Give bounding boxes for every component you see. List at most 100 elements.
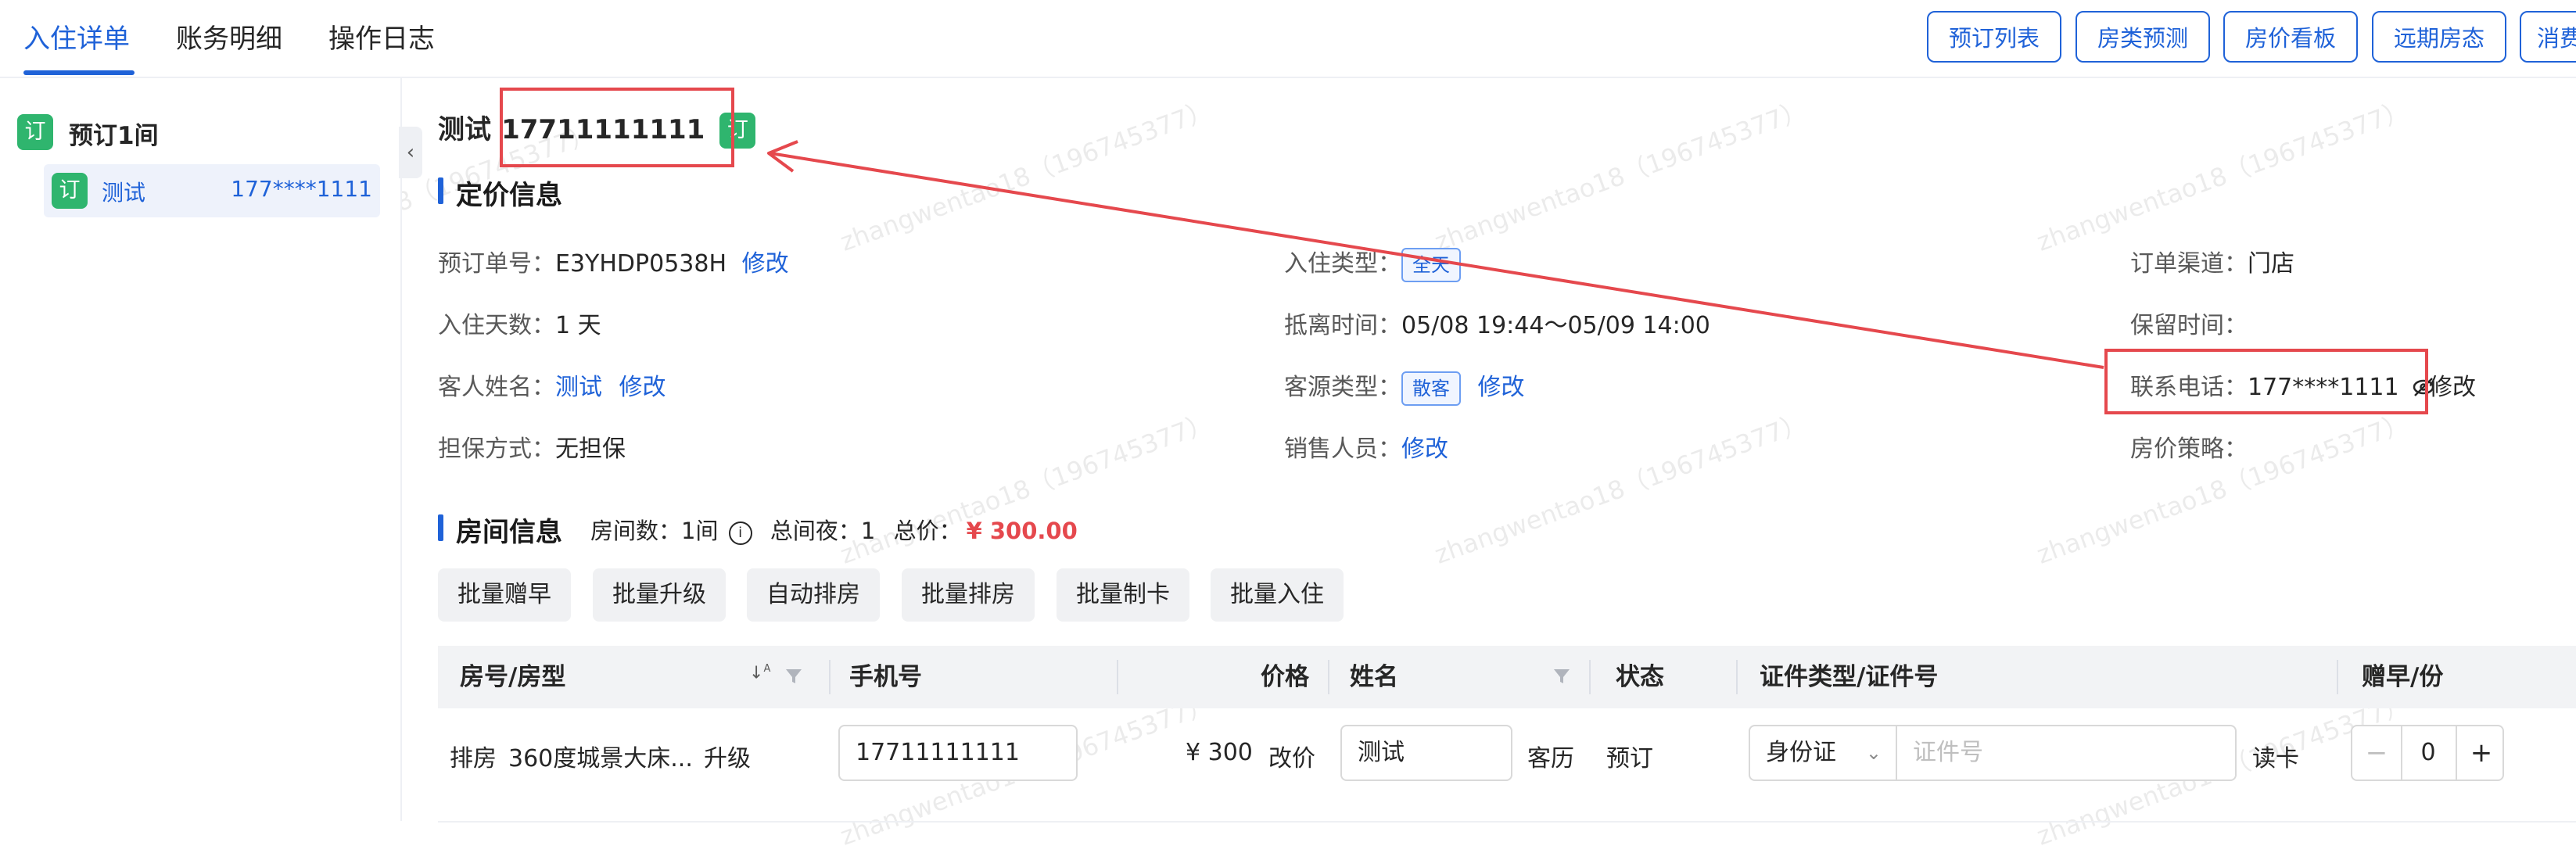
change-price-link[interactable]: 改价 (1268, 739, 1315, 773)
room-section-title: 房间信息 (456, 517, 562, 548)
col-id-header: 证件类型/证件号 (1760, 663, 1939, 691)
edit-contact-phone-link[interactable]: 修改 (2429, 367, 2476, 402)
price-policy-field: 房价策略： (2130, 429, 2248, 464)
sales-person-label: 销售人员： (1284, 435, 1401, 463)
col-room-header: 房号/房型 (460, 663, 566, 691)
total-price-label: 总价： (893, 518, 962, 544)
guest-name-label: 客人姓名： (438, 374, 555, 401)
days-field: 入住天数：1 天 (438, 306, 601, 340)
pricing-section-title: 定价信息 (456, 180, 562, 211)
tab-checkin-detail[interactable]: 入住详单 (23, 17, 130, 56)
col-name-header: 姓名 (1350, 663, 1398, 691)
price-policy-label: 房价策略： (2130, 435, 2248, 463)
guarantee-value: 无担保 (555, 435, 626, 463)
decrement-button[interactable]: − (2352, 726, 2402, 780)
sidebar-guest-name: 测试 (102, 180, 146, 206)
guest-history-link[interactable]: 客历 (1527, 739, 1574, 773)
checkin-type-label: 入住类型： (1284, 250, 1401, 278)
days-value: 1 天 (555, 312, 601, 339)
batch-gift-breakfast-button[interactable]: 批量赠早 (438, 568, 571, 622)
guest-name-input[interactable]: 测试 (1340, 725, 1512, 781)
room-count: 房间数：1间 (590, 518, 719, 544)
filter-icon[interactable] (1552, 666, 1572, 690)
future-room-status-button[interactable]: 远期房态 (2372, 11, 2506, 63)
reservation-badge: 订 (52, 173, 88, 209)
reservation-group-title: 预订1间 (69, 122, 159, 150)
guest-name-value[interactable]: 测试 (555, 374, 602, 401)
arrival-departure-field: 抵离时间：05/08 19:44～05/09 14:00 (1284, 306, 1710, 340)
watermark-text: zhangwentao18（196745377） (2032, 94, 2413, 257)
edit-guest-name-link[interactable]: 修改 (619, 374, 666, 401)
section-marker (438, 177, 443, 204)
id-type-value: 身份证 (1766, 739, 1836, 766)
watermark-text: zhangwentao18（196745377） (836, 94, 1217, 257)
chevron-down-icon: ⌄ (1865, 742, 1882, 764)
reservation-group-header[interactable]: 订 预订1间 (17, 114, 159, 150)
source-type-field: 客源类型： 散客 修改 (1284, 367, 1525, 406)
order-no-label: 预订单号： (438, 250, 555, 278)
tab-account-detail[interactable]: 账务明细 (176, 17, 282, 56)
batch-make-card-button[interactable]: 批量制卡 (1057, 568, 1189, 622)
batch-checkin-button[interactable]: 批量入住 (1211, 568, 1344, 622)
collapse-sidebar-button[interactable]: ‹ (399, 127, 422, 178)
arrival-departure-label: 抵离时间： (1284, 312, 1401, 339)
tab-operation-log[interactable]: 操作日志 (328, 17, 435, 56)
arrival-departure-value: 05/08 19:44～05/09 14:00 (1401, 312, 1710, 339)
order-no-value: E3YHDP0538H (555, 250, 727, 278)
order-no-field: 预订单号：E3YHDP0538H 修改 (438, 244, 789, 278)
sort-icon[interactable]: ↓A (749, 663, 770, 683)
guarantee-label: 担保方式： (438, 435, 555, 463)
watermark-text: zhangwentao18（196745377） (1430, 94, 1811, 257)
upgrade-link[interactable]: 升级 (704, 739, 751, 773)
source-type-label: 客源类型： (1284, 374, 1401, 401)
col-price-header: 价格 (1261, 663, 1309, 691)
increment-button[interactable]: + (2456, 726, 2502, 780)
sidebar-room-item[interactable]: 订 测试 177****1111 (44, 164, 380, 217)
checkin-type-tag: 全天 (1401, 247, 1461, 282)
col-breakfast-header: 赠早/份 (2362, 663, 2444, 691)
id-type-select[interactable]: 身份证 ⌄ (1749, 725, 1897, 781)
info-icon[interactable]: i (728, 521, 752, 545)
room-type-text: 360度城景大床... (508, 745, 693, 772)
section-marker (438, 514, 443, 541)
hold-time-label: 保留时间： (2130, 312, 2248, 339)
room-summary: 房间数：1间 i 总间夜：1 总价： ¥ 300.00 (590, 513, 1078, 546)
total-price-value: ¥ 300.00 (966, 518, 1078, 544)
auto-assign-room-button[interactable]: 自动排房 (747, 568, 880, 622)
column-divider (1589, 660, 1591, 694)
column-divider (2337, 660, 2338, 694)
breakfast-count[interactable]: 0 (2401, 726, 2456, 780)
order-channel-value: 门店 (2248, 250, 2294, 278)
edit-sales-person-link[interactable]: 修改 (1401, 435, 1448, 463)
id-number-input[interactable]: 证件号 (1896, 725, 2237, 781)
watermark-text: zhangwentao18（196745377） (1430, 407, 1811, 570)
consumption-button[interactable]: 消费 (2520, 11, 2576, 63)
edit-order-no-link[interactable]: 修改 (742, 250, 789, 278)
filter-icon[interactable] (784, 666, 804, 690)
days-label: 入住天数： (438, 312, 555, 339)
status-value: 预订 (1606, 745, 1653, 772)
source-type-tag: 散客 (1401, 371, 1461, 406)
checkin-type-field: 入住类型： 全天 (1284, 244, 1461, 282)
watermark-text: zhangwentao18（196745377） (2032, 407, 2413, 570)
read-card-link[interactable]: 读卡 (2252, 739, 2299, 773)
id-number-placeholder: 证件号 (1913, 739, 1983, 766)
header-guest-name: 测试 (438, 114, 491, 145)
phone-input[interactable]: 17711111111 (838, 725, 1078, 781)
top-tab-bar: 入住详单 账务明细 操作日志 预订列表 房类预测 房价看板 远期房态 消费 (0, 0, 2576, 78)
edit-source-type-link[interactable]: 修改 (1478, 374, 1525, 401)
breakfast-stepper: − 0 + (2351, 725, 2504, 781)
guest-name-field: 客人姓名：测试 修改 (438, 367, 666, 402)
reservation-sidebar: 订 预订1间 订 测试 177****1111 (0, 78, 402, 821)
room-forecast-button[interactable]: 房类预测 (2076, 11, 2210, 63)
active-tab-indicator (23, 70, 135, 75)
batch-assign-room-button[interactable]: 批量排房 (902, 568, 1035, 622)
column-divider (1736, 660, 1738, 694)
batch-upgrade-button[interactable]: 批量升级 (593, 568, 726, 622)
guarantee-field: 担保方式：无担保 (438, 429, 626, 464)
column-divider (829, 660, 831, 694)
total-nights: 总间夜：1 (770, 518, 876, 544)
reservation-list-button[interactable]: 预订列表 (1927, 11, 2061, 63)
assign-room-link[interactable]: 排房 (450, 739, 497, 773)
price-board-button[interactable]: 房价看板 (2223, 11, 2358, 63)
